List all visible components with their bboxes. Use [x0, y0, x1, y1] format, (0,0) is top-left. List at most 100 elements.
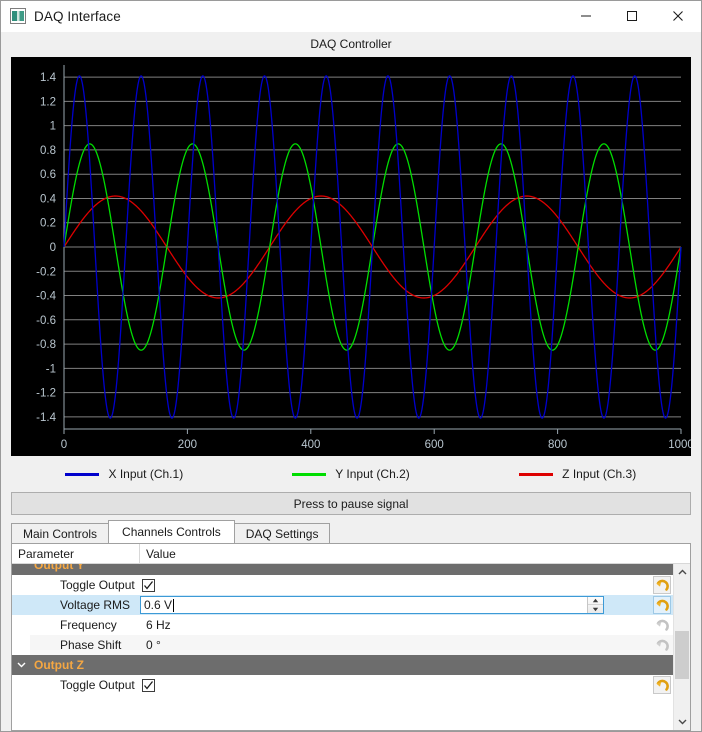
value-text: 6 Hz — [146, 618, 171, 632]
tab-strip: Main Controls Channels Controls DAQ Sett… — [11, 520, 691, 543]
toggle-output-checkbox[interactable] — [142, 578, 155, 592]
legend-swatch-ch1 — [65, 472, 100, 476]
value-cell[interactable]: 0 ° — [140, 638, 673, 652]
plot-canvas: -1.4 -1.2 -1 -0.8 -0.6 -0.4 -0.2 0 0.2 0.4 0.6 0.8 1… — [11, 57, 691, 456]
scrollbar-track[interactable] — [674, 581, 690, 713]
reset-cell — [653, 636, 671, 654]
svg-text:0.8: 0.8 — [40, 145, 56, 157]
group-label: Output Z — [34, 658, 84, 672]
svg-text:0.6: 0.6 — [40, 169, 56, 181]
reset-cell — [653, 596, 671, 614]
svg-text:0.2: 0.2 — [40, 218, 56, 230]
svg-text:0: 0 — [50, 242, 56, 254]
window-title: DAQ Interface — [34, 8, 121, 24]
table-header: Parameter Value — [12, 544, 690, 564]
title-bar: DAQ Interface — [1, 1, 701, 32]
svg-text:0: 0 — [61, 439, 67, 451]
legend-swatch-ch2 — [292, 472, 327, 476]
table-row[interactable]: Voltage RMS 0.6 V — [12, 595, 673, 615]
parameter-label: Voltage RMS — [60, 598, 131, 612]
app-icon — [10, 8, 26, 24]
reset-cell — [653, 616, 671, 634]
svg-text:1.2: 1.2 — [40, 96, 56, 108]
maximize-icon[interactable] — [609, 1, 655, 32]
tab-daq-settings[interactable]: DAQ Settings — [233, 523, 331, 543]
tab-channels-controls[interactable]: Channels Controls — [108, 520, 235, 543]
pause-signal-button[interactable]: Press to pause signal — [11, 492, 691, 515]
svg-text:-1.4: -1.4 — [36, 412, 56, 424]
reset-value-button[interactable] — [653, 596, 671, 614]
window-controls — [563, 1, 701, 32]
table-row[interactable]: Phase Shift 0 ° — [12, 635, 673, 655]
legend-item-ch3: Z Input (Ch.3) — [464, 467, 691, 481]
table-row[interactable]: Toggle Output — [12, 675, 673, 695]
reset-value-button[interactable] — [653, 676, 671, 694]
reset-cell — [653, 576, 671, 594]
svg-text:200: 200 — [178, 439, 197, 451]
value-text: 0 ° — [146, 638, 161, 652]
chevron-down-icon[interactable] — [12, 659, 30, 671]
svg-text:-0.4: -0.4 — [36, 291, 56, 303]
stepper-down-icon[interactable] — [588, 605, 603, 613]
svg-text:1: 1 — [50, 121, 56, 133]
table-body-wrap: Output Y Toggle Output Voltage RMS 0.6 V Fre… — [12, 564, 690, 730]
minimize-icon[interactable] — [563, 1, 609, 32]
plot-title: DAQ Controller — [310, 37, 392, 51]
table-group-header[interactable]: Output Z — [12, 655, 673, 675]
value-cell[interactable] — [140, 578, 673, 592]
legend-label-ch2: Y Input (Ch.2) — [335, 467, 410, 481]
daq-interface-window: DAQ Interface DAQ Controller -1.4 -1.2 -1-… — [0, 0, 702, 732]
legend-label-ch1: X Input (Ch.1) — [108, 467, 184, 481]
parameter-label: Phase Shift — [60, 638, 122, 652]
tab-main-controls[interactable]: Main Controls — [11, 523, 110, 543]
legend-item-ch1: X Input (Ch.1) — [11, 467, 238, 481]
voltage-stepper[interactable] — [587, 597, 603, 613]
row-gutter — [12, 575, 30, 595]
row-gutter — [12, 635, 30, 655]
reset-cell — [653, 676, 671, 694]
svg-text:-1: -1 — [46, 363, 56, 375]
legend-label-ch3: Z Input (Ch.3) — [562, 467, 637, 481]
table-body: Output Y Toggle Output Voltage RMS 0.6 V Fre… — [12, 564, 673, 730]
svg-text:1.4: 1.4 — [40, 72, 57, 84]
table-group-header[interactable]: Output Y — [12, 564, 673, 575]
table-row[interactable]: Frequency 6 Hz — [12, 615, 673, 635]
value-cell[interactable]: 6 Hz — [140, 618, 673, 632]
legend-item-ch2: Y Input (Ch.2) — [238, 467, 465, 481]
reset-value-button — [653, 616, 671, 634]
parameter-label: Toggle Output — [60, 678, 135, 692]
reset-value-button[interactable] — [653, 576, 671, 594]
reset-value-button — [653, 636, 671, 654]
row-gutter — [12, 615, 30, 635]
table-row[interactable]: Toggle Output — [12, 575, 673, 595]
parameter-label: Toggle Output — [60, 578, 135, 592]
stepper-up-icon[interactable] — [588, 597, 603, 605]
toggle-output-checkbox[interactable] — [142, 678, 155, 692]
table-scrollbar[interactable] — [673, 564, 690, 730]
group-label: Output Y — [34, 564, 85, 572]
voltage-rms-value: 0.6 V — [144, 598, 175, 612]
row-gutter — [12, 675, 30, 695]
scroll-up-icon[interactable] — [674, 564, 690, 581]
column-header-parameter: Parameter — [12, 544, 140, 563]
signal-plot[interactable]: -1.4 -1.2 -1 -0.8 -0.6 -0.4 -0.2 0 0.2 0.4 0.6 0.8 1… — [11, 57, 691, 456]
svg-text:-0.2: -0.2 — [36, 266, 56, 278]
column-header-value: Value — [146, 546, 176, 561]
svg-text:1000: 1000 — [668, 439, 691, 451]
svg-text:400: 400 — [301, 439, 320, 451]
close-icon[interactable] — [655, 1, 701, 32]
svg-text:0.4: 0.4 — [40, 193, 57, 205]
text-caret — [173, 598, 175, 612]
value-cell[interactable] — [140, 678, 673, 692]
voltage-rms-input[interactable]: 0.6 V — [140, 596, 604, 614]
scrollbar-thumb[interactable] — [675, 631, 689, 679]
parameters-table: Parameter Value Output Y Toggle Output Vol… — [11, 543, 691, 731]
svg-text:-0.6: -0.6 — [36, 315, 56, 327]
svg-text:800: 800 — [548, 439, 567, 451]
legend-swatch-ch3 — [519, 472, 554, 476]
scroll-down-icon[interactable] — [674, 713, 690, 730]
row-gutter — [12, 595, 30, 615]
svg-text:-0.8: -0.8 — [36, 339, 56, 351]
value-cell[interactable]: 0.6 V — [140, 596, 673, 614]
plot-legend: X Input (Ch.1) Y Input (Ch.2) Z Input (C… — [1, 456, 701, 492]
